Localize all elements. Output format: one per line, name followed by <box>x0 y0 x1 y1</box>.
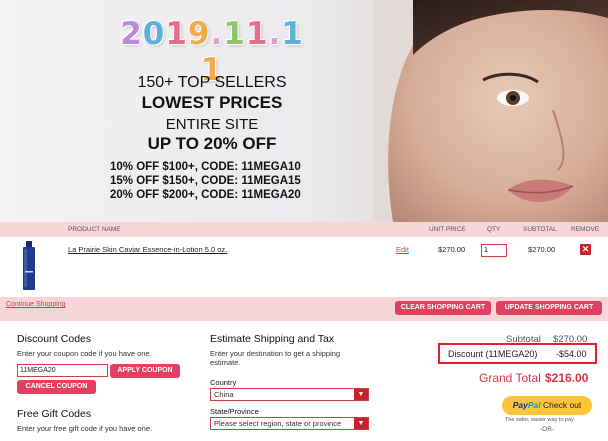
paypal-logo-pal: Pal <box>527 400 541 410</box>
cart-actions-bar: Continue Shopping CLEAR SHOPPING CART UP… <box>0 297 608 321</box>
header-remove: REMOVE <box>571 226 600 233</box>
header-qty: QTY <box>487 226 501 233</box>
apply-coupon-button[interactable]: APPLY COUPON <box>110 364 180 378</box>
cart-table-header: PRODUCT NAME UNIT PRICE QTY SUBTOTAL REM… <box>0 222 608 237</box>
cart-item-row: La Prairie Skin Caviar Essence-in-Lotion… <box>0 237 608 297</box>
close-icon: ✕ <box>581 244 590 254</box>
banner-date-char: 1 <box>165 16 188 52</box>
banner-date-char: . <box>268 16 282 52</box>
banner-date-char: 1 <box>281 16 304 52</box>
banner-line-top-sellers: 150+ TOP SELLERS <box>137 74 287 91</box>
banner-code-line: 15% OFF $150+, CODE: 11MEGA15 <box>110 175 301 187</box>
chevron-down-icon: ▼ <box>354 418 368 429</box>
country-select[interactable]: China ▼ <box>210 388 369 401</box>
header-unit-price: UNIT PRICE <box>429 226 466 233</box>
grand-total-label: Grand Total <box>479 371 541 385</box>
discount-help-text: Enter your coupon code if you have one. <box>17 349 152 358</box>
banner-line-entire-site: ENTIRE SITE <box>165 116 259 133</box>
gift-help-text: Enter your free gift code if you have on… <box>17 424 153 433</box>
chevron-down-icon: ▼ <box>354 389 368 400</box>
or-separator: -OR- <box>540 426 555 433</box>
shipping-title: Estimate Shipping and Tax <box>210 333 335 345</box>
state-label: State/Province <box>210 407 259 416</box>
clear-cart-button[interactable]: CLEAR SHOPPING CART <box>395 301 491 315</box>
cancel-coupon-button[interactable]: CANCEL COUPON <box>17 380 96 394</box>
shipping-help-text: Enter your destination to get a shipping… <box>210 349 341 367</box>
banner-line-discount: UP TO 20% OFF <box>147 134 277 153</box>
banner-code-line: 10% OFF $100+, CODE: 11MEGA10 <box>110 161 301 173</box>
banner-date-char: 0 <box>142 16 166 52</box>
remove-item-button[interactable]: ✕ <box>580 244 591 255</box>
promo-banner[interactable]: 2019.11.11 150+ TOP SELLERS LOWEST PRICE… <box>0 0 608 222</box>
header-subtotal: SUBTOTAL <box>523 226 557 233</box>
banner-code-line: 20% OFF $200+, CODE: 11MEGA20 <box>110 189 301 201</box>
gift-codes-title: Free Gift Codes <box>17 408 92 420</box>
country-label: Country <box>210 378 237 387</box>
coupon-code-input[interactable] <box>17 364 108 377</box>
item-subtotal: $270.00 <box>528 245 556 254</box>
item-unit-price: $270.00 <box>438 245 466 254</box>
discount-value: -$54.00 <box>556 349 587 359</box>
banner-date-char: 1 <box>223 16 246 52</box>
paypal-checkout-button[interactable]: PayPal Check out <box>502 396 592 415</box>
banner-date-char: . <box>210 16 224 52</box>
banner-line-lowest-prices: LOWEST PRICES <box>141 93 283 112</box>
continue-shopping-link[interactable]: Continue Shopping <box>6 301 66 308</box>
grand-total-value: $216.00 <box>545 371 589 385</box>
banner-date-char: 9 <box>187 16 211 52</box>
state-placeholder: Please select region, state or province <box>214 419 342 428</box>
header-product-name: PRODUCT NAME <box>68 226 121 233</box>
product-name-link[interactable]: La Prairie Skin Caviar Essence-in-Lotion… <box>68 245 227 254</box>
state-select[interactable]: Please select region, state or province … <box>210 417 369 430</box>
country-value: China <box>214 390 234 399</box>
paypal-logo-pay: Pay <box>512 400 528 410</box>
model-face-image <box>373 0 608 222</box>
paypal-tagline: The safer, easier way to pay <box>505 417 574 423</box>
discount-codes-title: Discount Codes <box>17 333 92 345</box>
update-cart-button[interactable]: UPDATE SHOPPING CART <box>496 301 602 315</box>
banner-date-char: 1 <box>245 16 269 52</box>
banner-date-char: 2 <box>120 16 143 52</box>
edit-item-link[interactable]: Edit <box>396 245 409 254</box>
discount-label: Discount (11MEGA20) <box>448 349 538 359</box>
product-thumbnail[interactable] <box>20 241 38 291</box>
banner-codes: 10% OFF $100+, CODE: 11MEGA10 15% OFF $1… <box>110 160 301 202</box>
paypal-checkout-label: Check out <box>542 400 582 410</box>
quantity-input[interactable] <box>481 244 507 257</box>
